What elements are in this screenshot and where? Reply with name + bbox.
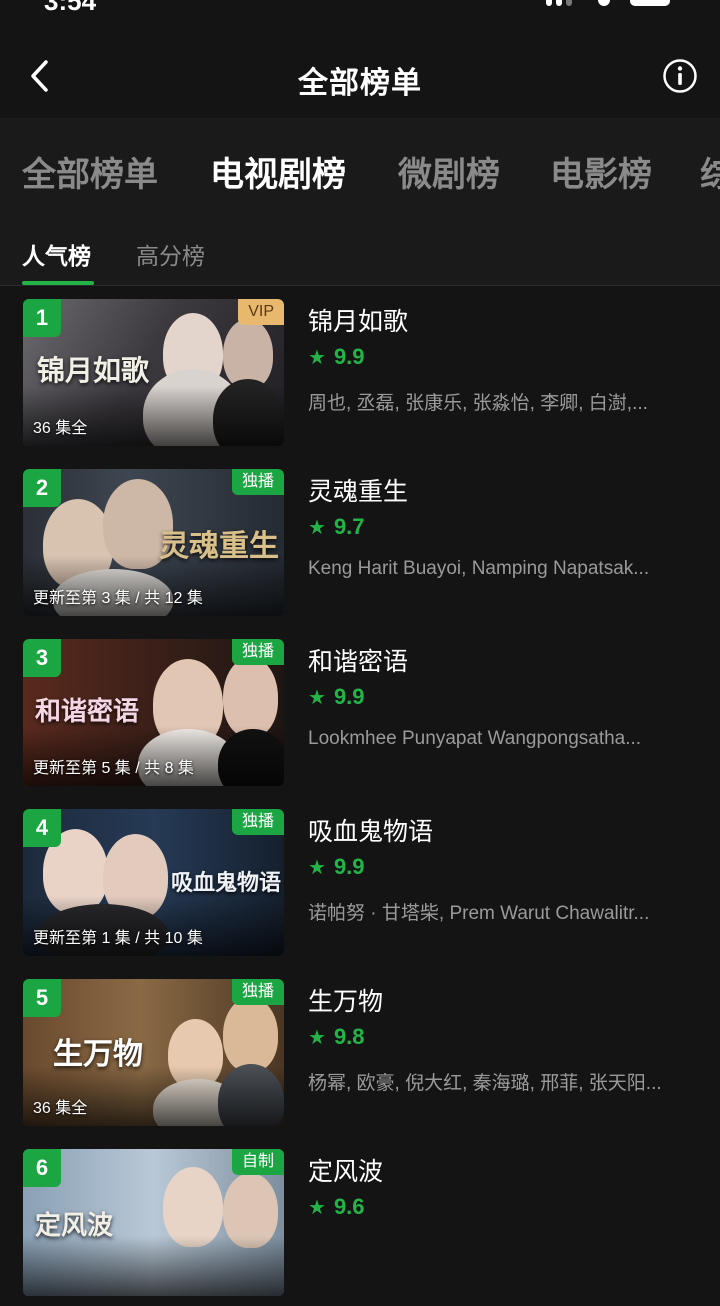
poster-logo: 吸血鬼物语 [171, 870, 282, 896]
status-bar: 3:54 [0, 0, 720, 18]
nav-bar: 全部榜单 [0, 18, 720, 119]
tab-tv-series[interactable]: 电视剧榜 [210, 147, 346, 196]
info-button[interactable] [662, 58, 698, 94]
drama-title[interactable]: 锦月如歌 [308, 302, 408, 338]
category-tabs: 全部榜单 电视剧榜 微剧榜 电影榜 综 [0, 119, 720, 219]
cast-list: Lookmhee Punyapat Wangpongsatha... [308, 728, 642, 749]
exclusive-badge: 独播 [231, 639, 284, 665]
cast-list: Keng Harit Buayoi, Namping Napatsak... [308, 558, 650, 579]
rating-value: 9.8 [333, 1024, 365, 1049]
active-tab-indicator [22, 281, 94, 285]
page-title: 全部榜单 [298, 67, 422, 100]
rank-badge: 5 [23, 979, 61, 1017]
poster-logo: 灵魂重生 [159, 529, 279, 564]
list-item[interactable]: 锦月如歌 1 VIP 36 集全 锦月如歌 ★ 9.9 周也, 丞磊, 张康乐, … [0, 286, 720, 456]
exclusive-badge: 独播 [231, 809, 284, 835]
poster-thumbnail[interactable]: 吸血鬼物语 4 独播 更新至第 1 集 / 共 10 集 [23, 809, 284, 956]
drama-title[interactable]: 吸血鬼物语 [308, 812, 433, 848]
drama-title[interactable]: 定风波 [308, 1152, 383, 1188]
episode-status: 更新至第 5 集 / 共 8 集 [33, 760, 194, 777]
rank-badge: 6 [23, 1149, 61, 1187]
list-item[interactable]: 灵魂重生 2 独播 更新至第 3 集 / 共 12 集 灵魂重生 ★ 9.7 Ke… [0, 456, 720, 626]
tab-movies[interactable]: 电影榜 [550, 147, 652, 196]
rank-badge: 3 [23, 639, 61, 677]
list-item[interactable]: 生万物 5 独播 36 集全 生万物 ★ 9.8 杨幂, 欧豪, 倪大红, 秦海璐… [0, 966, 720, 1136]
star-icon: ★ [308, 347, 326, 369]
rating-value: 9.7 [333, 514, 365, 539]
tab-top-rated[interactable]: 高分榜 [136, 237, 205, 271]
rating: ★ 9.9 [308, 684, 365, 710]
rating: ★ 9.9 [308, 344, 365, 370]
episode-status: 36 集全 [33, 1100, 88, 1117]
drama-title[interactable]: 生万物 [308, 982, 383, 1018]
rank-badge: 1 [23, 299, 61, 337]
rating: ★ 9.7 [308, 514, 365, 540]
tab-micro-drama[interactable]: 微剧榜 [398, 147, 500, 196]
cast-list: 杨幂, 欧豪, 倪大红, 秦海璐, 邢菲, 张天阳... [308, 1073, 662, 1094]
ranking-sub-tabs: 人气榜 高分榜 [0, 219, 720, 286]
cast-list: 诺帕努 · 甘塔柴, Prem Warut Chawalitr... [308, 903, 650, 924]
tab-variety[interactable]: 综 [700, 147, 720, 196]
rating-value: 9.9 [333, 854, 365, 879]
tab-all-rankings[interactable]: 全部榜单 [22, 147, 158, 196]
exclusive-badge: 独播 [231, 469, 284, 495]
drama-title[interactable]: 灵魂重生 [308, 472, 408, 508]
original-badge: 自制 [231, 1149, 284, 1175]
star-icon: ★ [308, 517, 326, 539]
info-icon [663, 59, 697, 93]
poster-thumbnail[interactable]: 灵魂重生 2 独播 更新至第 3 集 / 共 12 集 [23, 469, 284, 616]
poster-thumbnail[interactable]: 定风波 6 自制 [23, 1149, 284, 1296]
star-icon: ★ [308, 687, 326, 709]
episode-status: 更新至第 3 集 / 共 12 集 [33, 590, 203, 607]
poster-logo: 和谐密语 [35, 697, 140, 727]
episode-status: 36 集全 [33, 420, 88, 437]
rating: ★ 9.6 [308, 1194, 365, 1220]
ranking-list: 锦月如歌 1 VIP 36 集全 锦月如歌 ★ 9.9 周也, 丞磊, 张康乐, … [0, 286, 720, 1296]
poster-thumbnail[interactable]: 生万物 5 独播 36 集全 [23, 979, 284, 1126]
poster-logo: 锦月如歌 [37, 354, 150, 387]
star-icon: ★ [308, 1197, 326, 1219]
list-item[interactable]: 和谐密语 3 独播 更新至第 5 集 / 共 8 集 和谐密语 ★ 9.9 Loo… [0, 626, 720, 796]
poster-logo: 生万物 [53, 1037, 143, 1072]
exclusive-badge: 独播 [231, 979, 284, 1005]
list-item[interactable]: 吸血鬼物语 4 独播 更新至第 1 集 / 共 10 集 吸血鬼物语 ★ 9.9 … [0, 796, 720, 966]
status-time: 3:54 [44, 0, 97, 16]
drama-title[interactable]: 和谐密语 [308, 642, 408, 678]
star-icon: ★ [308, 857, 326, 879]
poster-logo: 定风波 [35, 1211, 114, 1241]
rank-badge: 4 [23, 809, 61, 847]
rank-badge: 2 [23, 469, 61, 507]
rating-value: 9.6 [333, 1194, 365, 1219]
cast-list: 周也, 丞磊, 张康乐, 张淼怡, 李卿, 白澍,... [308, 393, 648, 414]
poster-thumbnail[interactable]: 锦月如歌 1 VIP 36 集全 [23, 299, 284, 446]
poster-thumbnail[interactable]: 和谐密语 3 独播 更新至第 5 集 / 共 8 集 [23, 639, 284, 786]
rating-value: 9.9 [333, 344, 365, 369]
star-icon: ★ [308, 1027, 326, 1049]
episode-status: 更新至第 1 集 / 共 10 集 [33, 930, 203, 947]
rating: ★ 9.9 [308, 854, 365, 880]
vip-badge: VIP [238, 299, 284, 325]
rating: ★ 9.8 [308, 1024, 365, 1050]
list-item[interactable]: 定风波 6 自制 定风波 ★ 9.6 [0, 1136, 720, 1306]
rating-value: 9.9 [333, 684, 365, 709]
status-icons [546, 0, 686, 6]
tab-popular[interactable]: 人气榜 [22, 237, 91, 271]
